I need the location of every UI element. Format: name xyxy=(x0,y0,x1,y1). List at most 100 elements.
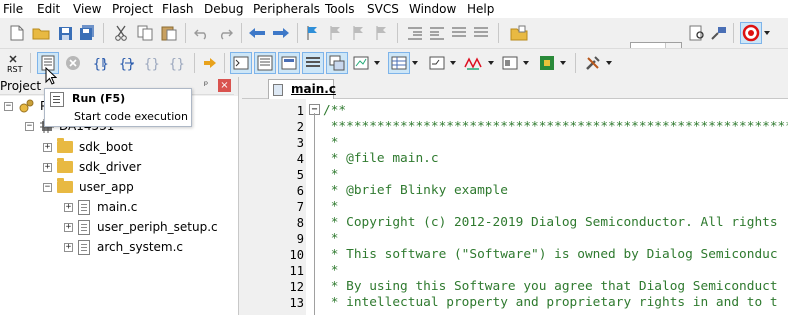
project-tree: − P − DA14531 + sdk_boot + sdk_driver − … xyxy=(0,96,238,315)
expand-icon[interactable]: + xyxy=(64,222,73,232)
comment-icon[interactable] xyxy=(448,22,470,44)
collapse-icon[interactable]: − xyxy=(4,101,13,111)
find-in-files-icon[interactable] xyxy=(508,22,530,44)
next-bookmark-icon[interactable] xyxy=(347,22,369,44)
run-tooltip: Run (F5) Start code execution xyxy=(44,88,192,127)
expand-icon[interactable]: + xyxy=(64,202,73,212)
clear-bookmarks-icon[interactable] xyxy=(370,22,392,44)
menu-edit[interactable]: Edit xyxy=(37,1,60,17)
expand-icon[interactable]: + xyxy=(43,142,52,152)
save-all-icon[interactable] xyxy=(76,22,98,44)
undo-icon[interactable] xyxy=(191,22,213,44)
unindent-icon[interactable] xyxy=(426,22,448,44)
watch-window-icon[interactable] xyxy=(350,52,372,74)
debug-session-icon[interactable] xyxy=(708,22,730,44)
registers-window-icon[interactable] xyxy=(302,52,324,74)
start-debug-icon[interactable] xyxy=(740,22,762,44)
menu-window[interactable]: Window xyxy=(409,1,456,17)
line-number: 10 xyxy=(289,248,304,262)
symbols-window-icon[interactable] xyxy=(278,52,300,74)
analysis-window-icon[interactable] xyxy=(462,52,484,74)
tree-row-file[interactable]: + arch_system.c xyxy=(64,237,183,257)
redo-icon[interactable] xyxy=(214,22,236,44)
toolbar-separator xyxy=(733,23,734,43)
navigate-back-icon[interactable] xyxy=(246,22,268,44)
navigate-forward-icon[interactable] xyxy=(270,22,292,44)
tree-row-file[interactable]: + user_periph_setup.c xyxy=(64,217,218,237)
command-window-icon[interactable] xyxy=(230,52,252,74)
expand-icon[interactable]: + xyxy=(64,242,73,252)
prev-bookmark-icon[interactable] xyxy=(324,22,346,44)
line-number: 3 xyxy=(296,136,304,150)
bookmark-icon[interactable] xyxy=(301,22,323,44)
reset-button[interactable]: RST xyxy=(5,52,27,74)
uncomment-icon[interactable] xyxy=(470,22,492,44)
stop-button[interactable] xyxy=(62,52,84,74)
tab-label: main.c xyxy=(291,82,336,96)
menu-tools[interactable]: Tools xyxy=(325,1,355,17)
trace-window-icon[interactable] xyxy=(499,52,521,74)
chevron-down-icon[interactable] xyxy=(411,52,419,74)
fold-guide xyxy=(314,113,315,315)
incremental-find-icon[interactable] xyxy=(686,22,708,44)
open-folder-icon[interactable] xyxy=(30,22,52,44)
line-number: 2 xyxy=(296,120,304,134)
step-over-icon[interactable]: {} xyxy=(118,52,140,74)
pin-icon[interactable]: ᵖ xyxy=(200,80,212,92)
copy-icon[interactable] xyxy=(134,22,156,44)
disassembly-window-icon[interactable] xyxy=(254,52,276,74)
chevron-down-icon[interactable] xyxy=(373,52,381,74)
code-editor[interactable]: 1 2 3 4 5 6 7 8 9 10 11 12 13 − /** ****… xyxy=(242,99,788,315)
menu-peripherals[interactable]: Peripherals xyxy=(253,1,320,17)
tooltip-description: Start code execution xyxy=(74,110,188,123)
serial-window-icon[interactable] xyxy=(426,52,448,74)
tree-row-sdk-boot[interactable]: + sdk_boot xyxy=(43,137,133,157)
paste-icon[interactable] xyxy=(158,22,180,44)
toolbar-separator xyxy=(297,23,298,43)
expand-icon[interactable]: + xyxy=(43,162,52,172)
chevron-down-icon[interactable] xyxy=(522,52,530,74)
collapse-icon[interactable]: − xyxy=(25,121,34,131)
tree-row-user-app[interactable]: − user_app xyxy=(43,177,134,197)
menu-project[interactable]: Project xyxy=(112,1,153,17)
save-icon[interactable] xyxy=(54,22,76,44)
memory-window-icon[interactable] xyxy=(388,52,410,74)
collapse-icon[interactable]: − xyxy=(43,182,52,192)
file-toolbar xyxy=(0,18,788,62)
menu-bar: File Edit View Project Flash Debug Perip… xyxy=(0,0,788,18)
run-to-cursor-icon[interactable]: {} xyxy=(168,52,190,74)
code-line: * By using this Software you agree that … xyxy=(323,279,778,294)
step-into-icon[interactable]: {} xyxy=(92,52,114,74)
menu-file[interactable]: File xyxy=(3,1,23,17)
step-out-icon[interactable]: {} xyxy=(143,52,165,74)
line-number: 12 xyxy=(289,280,304,294)
menu-debug[interactable]: Debug xyxy=(204,1,243,17)
menu-help[interactable]: Help xyxy=(467,1,494,17)
chevron-down-icon[interactable] xyxy=(605,52,613,74)
editor-tab-bar: main.c xyxy=(242,77,788,99)
chevron-down-icon[interactable] xyxy=(487,52,495,74)
close-panel-button[interactable]: × xyxy=(218,79,231,92)
tree-row-file[interactable]: + main.c xyxy=(64,197,137,217)
menu-flash[interactable]: Flash xyxy=(162,1,193,17)
new-file-icon[interactable] xyxy=(6,22,28,44)
system-viewer-icon[interactable] xyxy=(536,52,558,74)
code-line: * @file main.c xyxy=(323,151,439,166)
code-line: * Copyright (c) 2012-2019 Dialog Semicon… xyxy=(323,215,778,230)
chevron-down-icon[interactable] xyxy=(559,52,567,74)
line-number: 6 xyxy=(296,184,304,198)
indent-icon[interactable] xyxy=(404,22,426,44)
menu-view[interactable]: View xyxy=(73,1,101,17)
c-file-icon xyxy=(273,84,283,96)
chevron-down-icon[interactable] xyxy=(763,22,771,44)
menu-svcs[interactable]: SVCS xyxy=(367,1,399,17)
tools-icon[interactable] xyxy=(582,52,604,74)
call-stack-window-icon[interactable] xyxy=(326,52,348,74)
tab-main-c[interactable]: main.c xyxy=(268,79,336,99)
cut-icon[interactable] xyxy=(110,22,132,44)
tree-row-project-root[interactable]: − P xyxy=(4,96,47,116)
tree-row-sdk-driver[interactable]: + sdk_driver xyxy=(43,157,141,177)
show-next-statement-icon[interactable] xyxy=(199,52,221,74)
tooltip-title: Run (F5) xyxy=(72,92,126,105)
chevron-down-icon[interactable] xyxy=(449,52,457,74)
